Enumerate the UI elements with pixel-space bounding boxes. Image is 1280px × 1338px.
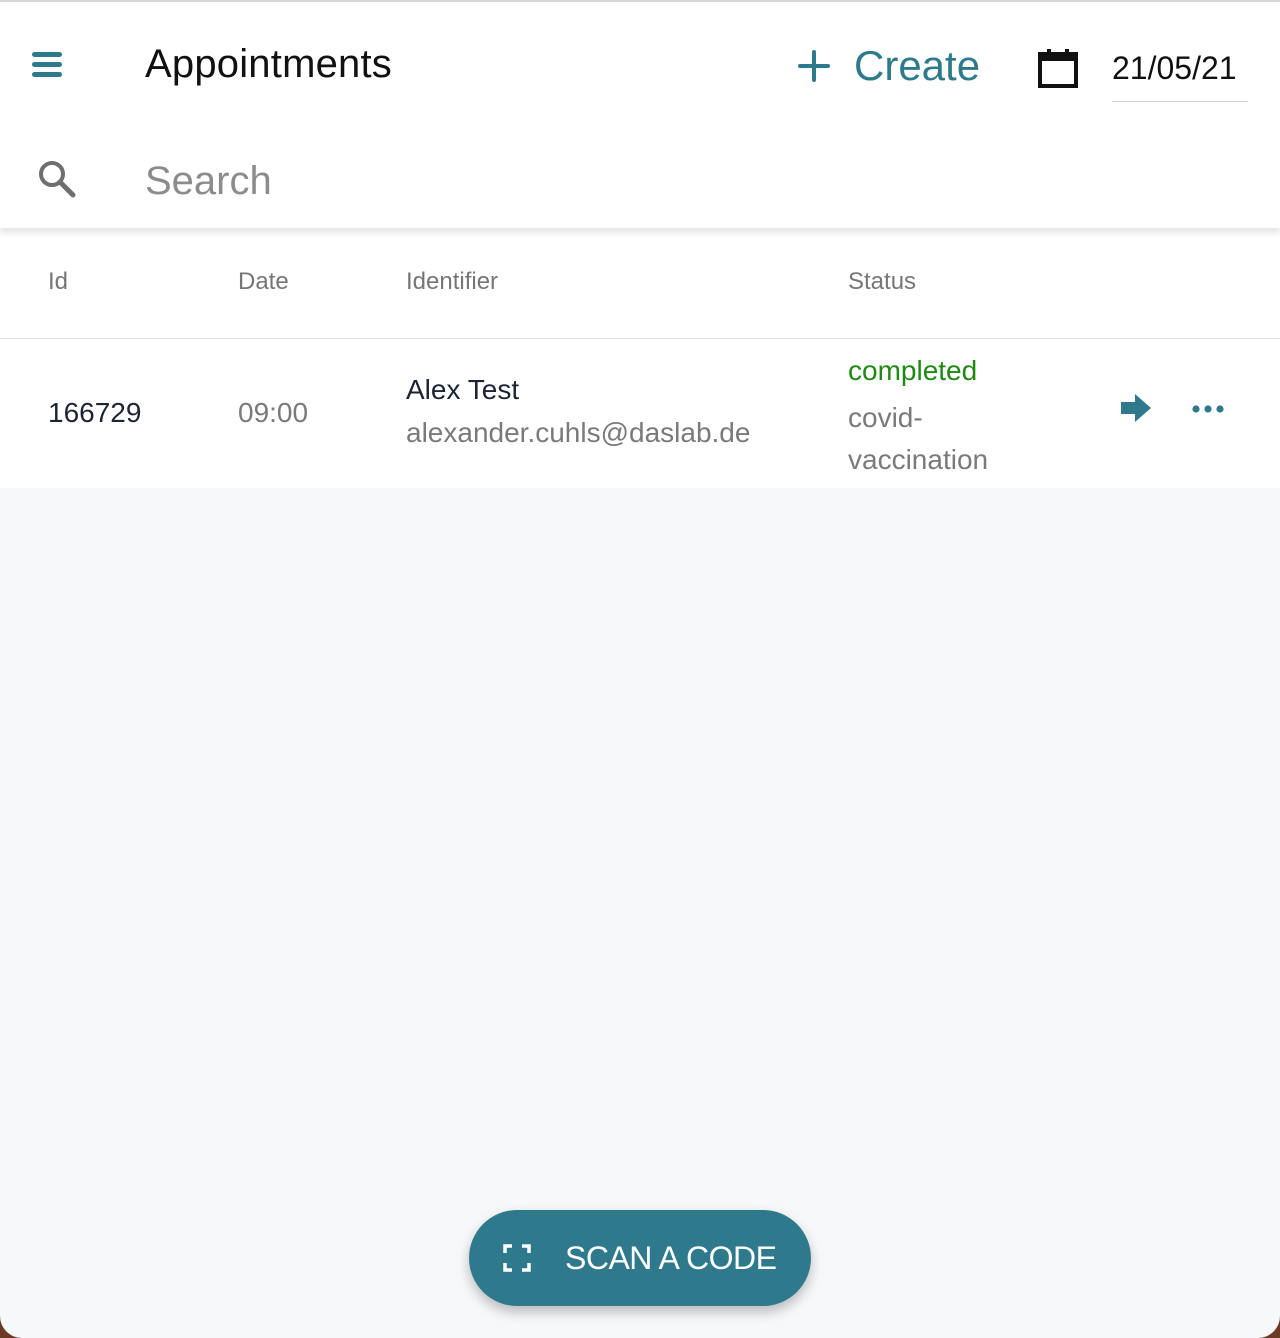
- appointment-id: 166729: [48, 397, 142, 428]
- create-label: Create: [854, 42, 981, 89]
- date-value: 21/05/21: [1112, 50, 1237, 86]
- menu-icon-bar: [32, 72, 62, 77]
- appointment-time: 09:00: [238, 397, 309, 428]
- app-header: Appointments Create 21/05/21: [0, 2, 1280, 228]
- scan-frame-icon: [503, 1244, 531, 1272]
- column-header-id[interactable]: Id: [48, 268, 68, 296]
- more-horizontal-icon[interactable]: [1188, 399, 1228, 419]
- create-button[interactable]: Create: [796, 38, 980, 94]
- column-header-status[interactable]: Status: [848, 268, 916, 296]
- scan-code-button[interactable]: SCAN A CODE: [469, 1210, 811, 1306]
- scan-code-label: SCAN A CODE: [565, 1240, 777, 1276]
- page-title: Appointments: [145, 42, 392, 86]
- arrow-right-icon[interactable]: [1118, 391, 1154, 425]
- menu-icon-bar: [32, 62, 62, 67]
- app-frame: Appointments Create 21/05/21 Id Date Ide…: [0, 0, 1280, 1338]
- date-field[interactable]: 21/05/21: [1112, 46, 1248, 102]
- status-label: completed: [848, 355, 978, 386]
- table-header: Id Date Identifier Status: [0, 228, 1280, 339]
- plus-icon: [796, 48, 832, 84]
- calendar-icon[interactable]: [1036, 46, 1080, 90]
- column-header-identifier[interactable]: Identifier: [406, 268, 498, 296]
- search-input[interactable]: [145, 152, 1245, 210]
- column-header-date[interactable]: Date: [238, 268, 289, 296]
- patient-name: Alex Test: [406, 374, 520, 405]
- appointment-type: covid-vaccination: [848, 402, 989, 475]
- menu-button[interactable]: [28, 48, 68, 82]
- menu-icon-bar: [32, 52, 62, 57]
- search-icon: [39, 161, 76, 198]
- patient-email: alexander.cuhls@daslab.de: [406, 417, 751, 448]
- table-row[interactable]: 166729 09:00 Alex Test alexander.cuhls@d…: [0, 339, 1280, 488]
